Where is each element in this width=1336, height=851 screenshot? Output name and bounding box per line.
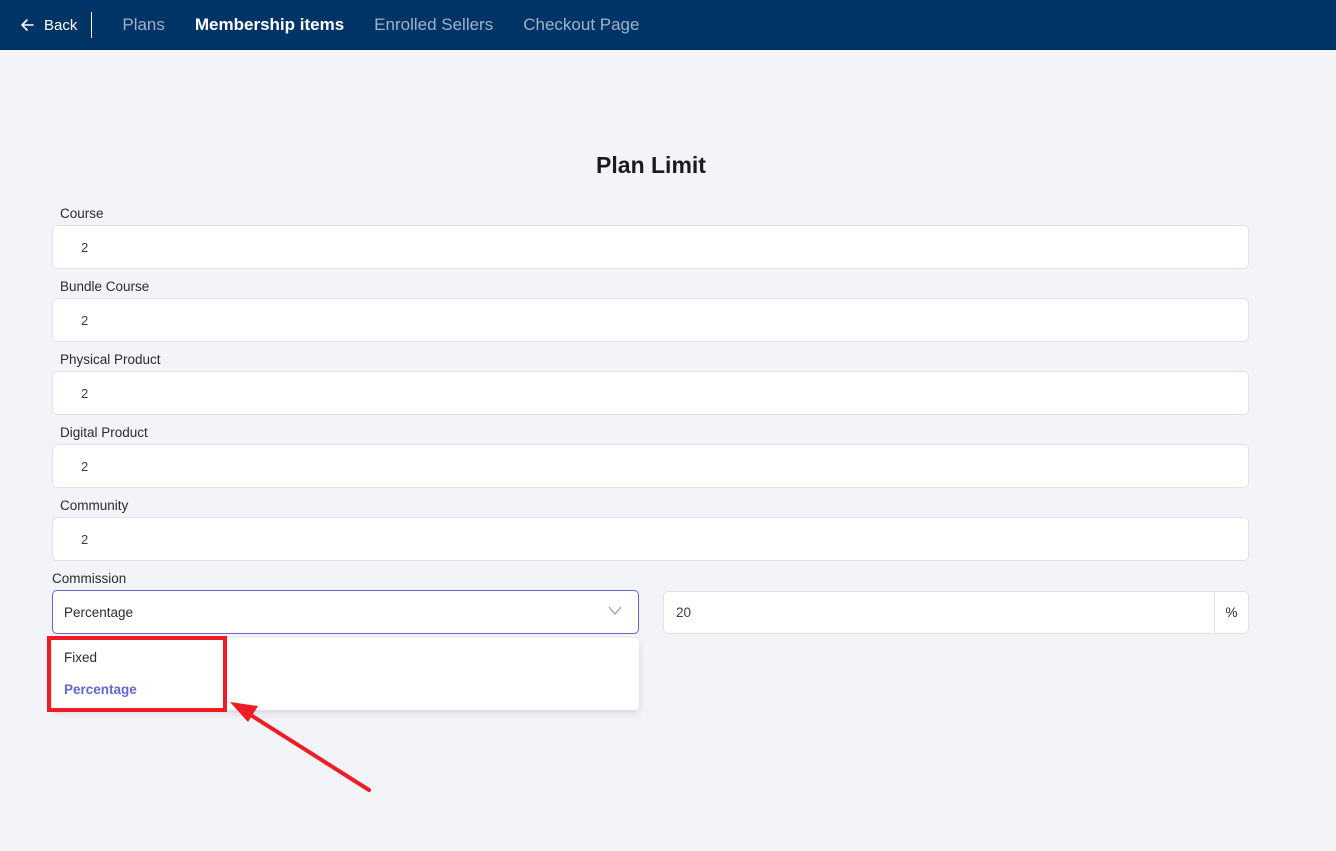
bundle-course-input[interactable]: 2 xyxy=(52,298,1249,342)
community-input[interactable]: 2 xyxy=(52,517,1249,561)
chevron-down-icon xyxy=(608,606,622,615)
commission-type-select[interactable]: Percentage xyxy=(52,590,639,634)
commission-type-value: Percentage xyxy=(64,604,134,620)
tab-plans[interactable]: Plans xyxy=(122,15,165,35)
back-button[interactable]: Back xyxy=(20,12,93,38)
bundle-course-value: 2 xyxy=(81,312,89,328)
tab-enrolled-sellers[interactable]: Enrolled Sellers xyxy=(374,15,493,35)
bundle-course-label: Bundle Course xyxy=(60,279,150,294)
top-nav-bar: Back Plans Membership items Enrolled Sel… xyxy=(0,0,1336,50)
course-label: Course xyxy=(60,206,104,221)
course-input[interactable]: 2 xyxy=(52,225,1249,269)
physical-product-value: 2 xyxy=(81,385,89,401)
digital-product-label: Digital Product xyxy=(60,425,148,440)
physical-product-label: Physical Product xyxy=(60,352,161,367)
percent-suffix: % xyxy=(1214,592,1248,633)
tab-checkout-page[interactable]: Checkout Page xyxy=(523,15,639,35)
community-label: Community xyxy=(60,498,129,513)
community-value: 2 xyxy=(81,531,89,547)
tab-membership-items[interactable]: Membership items xyxy=(195,15,344,35)
physical-product-input[interactable]: 2 xyxy=(52,371,1249,415)
digital-product-value: 2 xyxy=(81,458,89,474)
back-label: Back xyxy=(44,16,78,34)
digital-product-input[interactable]: 2 xyxy=(52,444,1249,488)
commission-amount-input[interactable]: 20 % xyxy=(663,591,1249,634)
course-value: 2 xyxy=(81,239,89,255)
commission-amount-value: 20 xyxy=(676,605,692,620)
commission-label: Commission xyxy=(52,571,127,586)
annotation-highlight-box xyxy=(47,636,227,712)
annotation-arrow-icon xyxy=(230,702,371,792)
page-title: Plan Limit xyxy=(596,152,706,178)
arrow-left-icon xyxy=(21,19,34,31)
